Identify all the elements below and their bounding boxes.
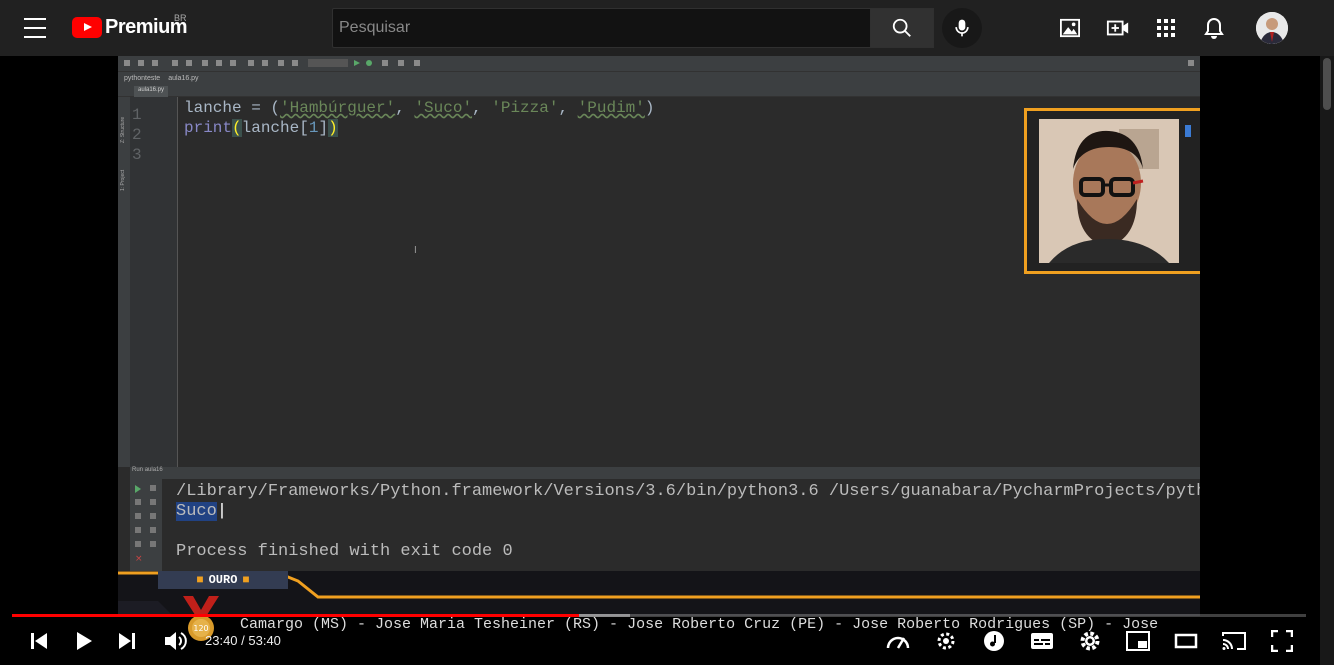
ide-tab-bar: aula16.py [118,85,1200,97]
create-video-icon [1106,20,1129,36]
volume-icon [165,632,187,650]
cast-icon [1222,632,1246,650]
run-tool-icons: × [135,485,156,564]
line-number: 3 [132,146,142,164]
run-config: aula16 [144,467,163,473]
quality-button[interactable] [932,626,960,656]
run-panel-header: Run aula16 [130,467,1200,479]
run-label: Run [132,467,144,473]
run-console: /Library/Frameworks/Python.framework/Ver… [162,479,1200,579]
subtitles-icon [1031,633,1053,649]
previous-button[interactable] [26,626,52,656]
miniplayer-icon [1126,631,1150,651]
supporters-ticker: Camargo (MS) - Jose Maria Tesheiner (RS)… [240,616,1159,633]
run-toolstrip: × [130,479,162,579]
image-upload-button[interactable] [1058,16,1082,40]
youtube-play-logo-icon [72,17,102,38]
subtitles-button[interactable] [1028,626,1056,656]
progress-bar[interactable] [12,614,1306,617]
ide-tab-aula16: aula16.py [134,86,169,97]
code-string: 'Pizza' [491,99,559,117]
play-button[interactable] [70,626,98,656]
code-keyword: print [184,119,233,137]
side-label-structure: Z: Structure [120,116,126,143]
search-box [332,8,872,48]
music-note-icon [984,631,1004,651]
tier-badge: ■ OURO ■ [158,571,288,589]
code-line-2: print(lanche[1]) [184,119,338,137]
console-output-line: Suco| [176,502,228,521]
music-button[interactable] [980,626,1008,656]
video-frame-ide: pythonteste aula16.py aula16.py Z: Struc… [118,56,1200,616]
search-button[interactable] [870,8,934,48]
miniplayer-button[interactable] [1124,626,1152,656]
fullscreen-button[interactable] [1268,626,1296,656]
side-label-project: 1: Project [120,169,126,191]
code-token: ] [318,119,329,137]
fullscreen-icon [1271,630,1293,652]
speedometer-icon [886,636,910,649]
avatar-image [1256,12,1288,44]
tier-label: OURO [208,573,238,587]
apps-button[interactable] [1154,16,1178,40]
webcam-overlay [1024,108,1200,274]
gear-icon [1080,631,1100,651]
console-exit-line: Process finished with exit code 0 [176,542,513,561]
microphone-icon [955,19,969,37]
ide-line-gutter: 1 2 3 [130,97,178,467]
presenter-image [1039,119,1179,263]
code-string: 'Hambúrguer' [280,99,396,117]
code-number: 1 [308,119,319,137]
mute-button[interactable] [160,626,190,656]
text-cursor-icon: I [414,245,417,256]
webcam-marker-icon [1185,125,1191,137]
account-avatar[interactable] [1256,12,1288,44]
code-token: lanche[ [241,119,309,137]
skip-previous-icon [31,633,47,649]
video-player[interactable]: pythonteste aula16.py aula16.py Z: Struc… [0,56,1320,665]
gear-hd-icon [937,632,955,650]
time-display: 23:40 / 53:40 [205,633,281,648]
search-input[interactable] [333,9,871,47]
presenter-video [1039,119,1179,263]
console-command-line: /Library/Frameworks/Python.framework/Ver… [176,482,1200,501]
search-icon [892,18,911,37]
code-line-1: lanche = ('Hambúrguer', 'Suco', 'Pizza',… [184,99,655,117]
ide-breadcrumb: pythonteste aula16.py [118,71,1200,85]
youtube-logo[interactable]: Premium BR [72,13,188,39]
crumb-file: aula16.py [168,75,199,82]
medal-number: 120 [193,624,208,633]
apps-grid-icon [1157,19,1175,37]
ide-side-toolstrip: Z: Structure 1: Project [118,97,130,467]
scrollbar-thumb[interactable] [1323,58,1331,110]
skip-next-icon [119,633,135,649]
notifications-button[interactable] [1202,16,1226,40]
progress-played [12,614,580,617]
voice-search-button[interactable] [942,8,982,48]
ide-toolbar-icons [124,59,1194,67]
line-number: 2 [132,126,142,144]
playback-speed-button[interactable] [884,626,912,656]
settings-button[interactable] [1076,626,1104,656]
create-button[interactable] [1106,16,1130,40]
code-string: 'Pudim' [577,99,645,117]
console-selected-output: Suco [176,502,217,521]
logo-region: BR [174,13,187,23]
crumb-project: pythonteste [124,75,161,82]
page-scrollbar[interactable] [1320,56,1334,665]
next-button[interactable] [114,626,140,656]
masthead: Premium BR [0,0,1334,56]
ide-toolbar [118,56,1200,71]
bell-icon [1204,17,1224,39]
menu-icon[interactable] [24,18,46,38]
theater-mode-button[interactable] [1172,626,1200,656]
image-icon [1060,18,1080,38]
cast-button[interactable] [1218,626,1250,656]
play-icon [77,632,92,650]
line-number: 1 [132,106,142,124]
theater-mode-icon [1174,633,1198,649]
svg-text:×: × [135,554,143,564]
code-string: 'Suco' [414,99,473,117]
code-token: lanche = ( [184,99,281,117]
